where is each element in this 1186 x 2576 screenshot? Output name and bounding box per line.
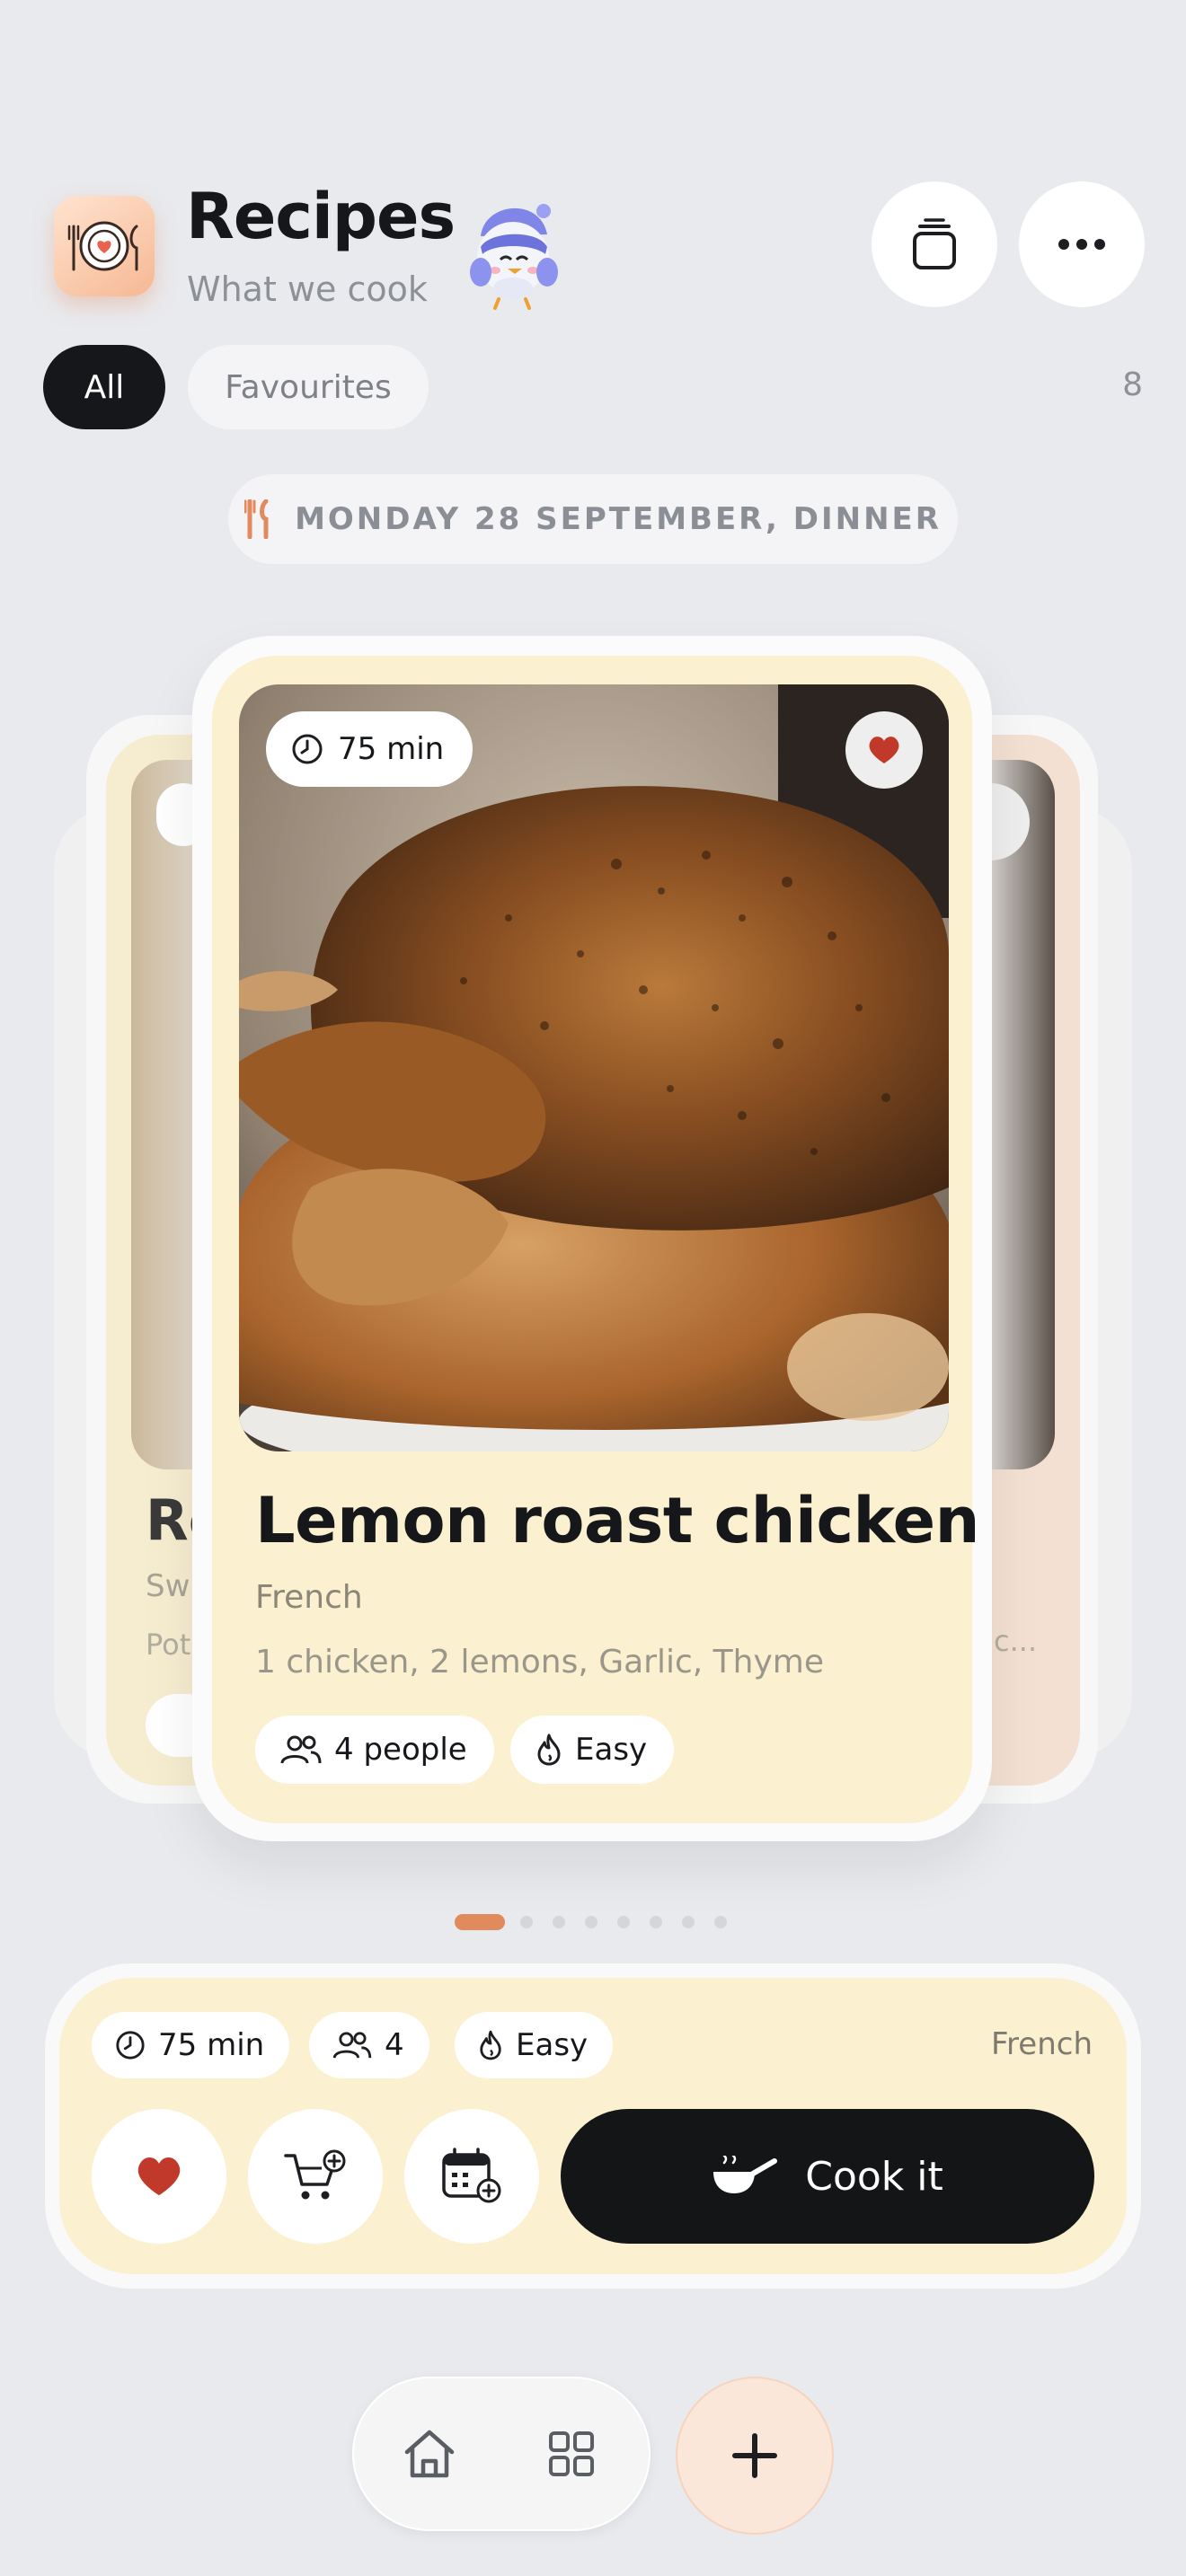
recipe-time-badge: 75 min <box>266 711 474 787</box>
panel-difficulty-chip: Easy <box>455 2012 614 2078</box>
cook-it-label: Cook it <box>805 2153 943 2200</box>
pagination-dot[interactable] <box>520 1916 533 1928</box>
cart-plus-icon <box>284 2148 347 2204</box>
pagination-dot[interactable] <box>617 1916 630 1928</box>
meal-date-banner[interactable]: MONDAY 28 SEPTEMBER, DINNER <box>228 474 958 564</box>
clock-icon <box>115 2030 146 2060</box>
ellipsis-icon <box>1057 238 1107 251</box>
app-icon <box>54 196 155 296</box>
add-to-cart-button[interactable] <box>248 2109 383 2244</box>
card-right-ingredients: c... <box>994 1624 1038 1658</box>
page-subtitle: What we cook <box>187 269 428 309</box>
panel-difficulty-text: Easy <box>516 2027 589 2063</box>
meal-date-text: MONDAY 28 SEPTEMBER, DINNER <box>295 501 942 537</box>
people-text: 4 people <box>334 1732 467 1768</box>
pagination-dot[interactable] <box>714 1916 727 1928</box>
people-icon <box>280 1734 322 1765</box>
panel-time-chip: 75 min <box>92 2012 290 2078</box>
difficulty-text: Easy <box>575 1732 648 1768</box>
heart-icon <box>135 2155 183 2198</box>
recipe-photo <box>239 684 949 1451</box>
filter-tab-favourites[interactable]: Favourites <box>188 345 429 429</box>
fork-knife-icon <box>244 499 271 539</box>
stack-view-button[interactable] <box>872 181 997 307</box>
panel-people-text: 4 <box>385 2027 404 2063</box>
recipe-name: Lemon roast chicken <box>255 1484 979 1557</box>
heart-icon <box>867 735 901 765</box>
clock-icon <box>291 733 323 765</box>
nav-home-button[interactable] <box>363 2387 496 2520</box>
pagination-dot[interactable] <box>553 1916 565 1928</box>
more-options-button[interactable] <box>1019 181 1145 307</box>
add-to-calendar-button[interactable] <box>404 2109 539 2244</box>
card-left-subtitle: Sw <box>146 1568 190 1604</box>
panel-people-chip: 4 <box>309 2012 429 2078</box>
panel-cuisine: French <box>990 2026 1093 2062</box>
stack-cards-icon <box>909 217 960 271</box>
people-pill: 4 people <box>255 1716 494 1784</box>
cook-it-button[interactable]: Cook it <box>561 2109 1094 2244</box>
nav-grid-button[interactable] <box>505 2387 638 2520</box>
recipe-cuisine: French <box>255 1579 363 1616</box>
pagination-dot-active[interactable] <box>455 1914 505 1930</box>
favourite-toggle[interactable] <box>845 711 923 789</box>
recipe-count: 8 <box>1122 366 1143 403</box>
home-icon <box>402 2427 457 2481</box>
pagination-dot[interactable] <box>682 1916 695 1928</box>
pagination-dot[interactable] <box>650 1916 662 1928</box>
plus-icon <box>730 2431 779 2480</box>
filter-tab-all[interactable]: All <box>43 345 165 429</box>
flame-icon <box>535 1734 562 1766</box>
recipe-time-text: 75 min <box>338 731 445 767</box>
bird-mascot-icon <box>454 184 571 310</box>
flame-icon <box>478 2030 503 2060</box>
frying-pan-icon <box>712 2156 778 2197</box>
favourite-button[interactable] <box>92 2109 226 2244</box>
panel-time-text: 75 min <box>158 2027 265 2063</box>
add-recipe-button[interactable] <box>676 2377 834 2535</box>
page-title: Recipes <box>186 180 456 253</box>
pagination-dot[interactable] <box>585 1916 597 1928</box>
card-left-ingredients: Pot <box>146 1628 191 1662</box>
people-icon <box>332 2031 372 2060</box>
calendar-plus-icon <box>440 2148 503 2205</box>
difficulty-pill: Easy <box>510 1716 675 1784</box>
grid-icon <box>548 2430 595 2477</box>
recipe-ingredients: 1 chicken, 2 lemons, Garlic, Thyme <box>255 1644 824 1681</box>
